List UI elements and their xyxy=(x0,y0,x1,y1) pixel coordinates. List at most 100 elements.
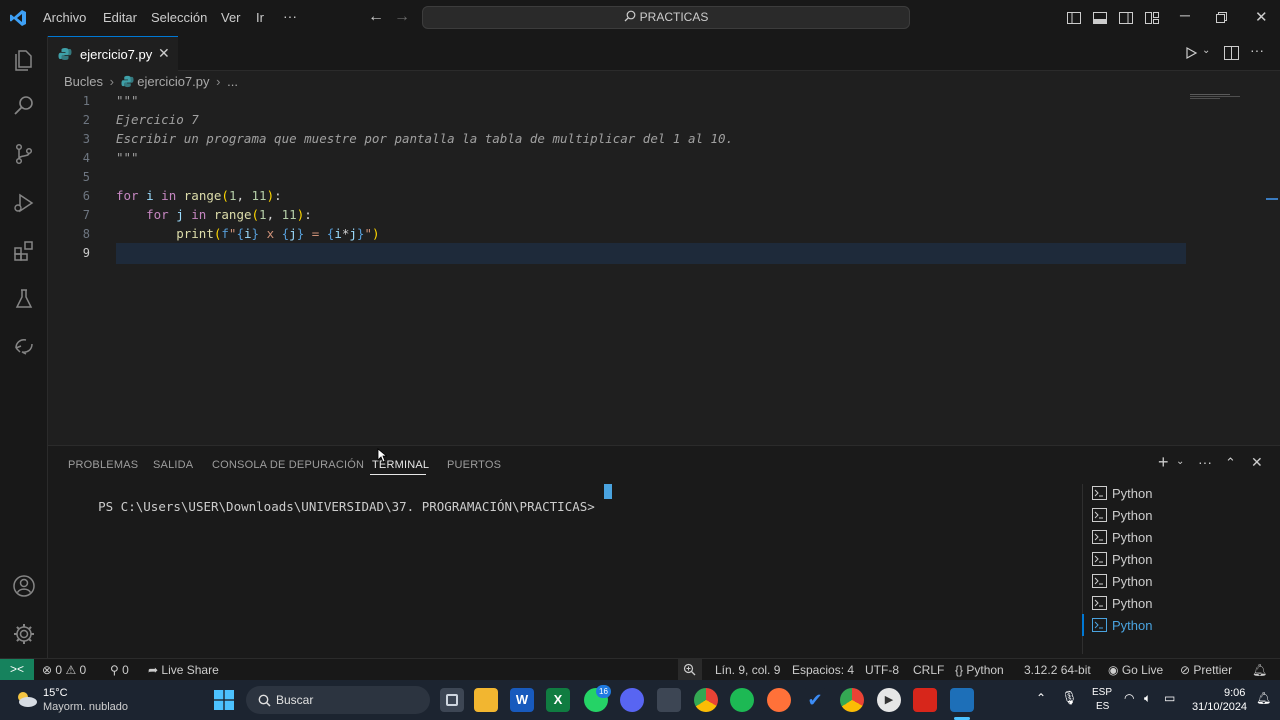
todo-icon[interactable]: ✔ xyxy=(803,688,827,712)
terminal-instance[interactable]: Python xyxy=(1092,505,1278,527)
cursor-position[interactable]: Lín. 9, col. 9 xyxy=(715,663,780,677)
toggle-primary-sidebar-icon[interactable] xyxy=(1066,10,1082,26)
accounts-icon[interactable] xyxy=(12,574,36,598)
chrome-profile-icon[interactable] xyxy=(840,688,864,712)
zoom-indicator[interactable] xyxy=(678,659,702,681)
maximize-panel-chevron-up-icon[interactable]: ⌃ xyxy=(1225,455,1236,471)
windows-start-icon[interactable] xyxy=(214,690,234,710)
menu-seleccion[interactable]: Selección xyxy=(151,10,207,25)
media-player-icon[interactable]: ▶ xyxy=(877,688,901,712)
end-of-line[interactable]: CRLF xyxy=(913,663,944,677)
tab-close-icon[interactable]: ✕ xyxy=(158,45,170,62)
terminal-instance[interactable]: Python xyxy=(1092,593,1278,615)
testing-icon[interactable] xyxy=(12,287,36,311)
weather-cloud-icon[interactable] xyxy=(14,689,38,709)
spotify-icon[interactable] xyxy=(730,688,754,712)
weather-desc: Mayorm. nublado xyxy=(43,701,128,713)
acrobat-icon[interactable] xyxy=(913,688,937,712)
indentation[interactable]: Espacios: 4 xyxy=(792,663,854,677)
input-language-1[interactable]: ESP xyxy=(1092,687,1112,698)
tab-salida[interactable]: SALIDA xyxy=(153,459,193,471)
close-window-icon[interactable]: ✕ xyxy=(1255,8,1268,26)
minimize-icon[interactable]: ─ xyxy=(1180,7,1190,23)
go-live-status[interactable]: ◉ Go Live xyxy=(1108,663,1163,677)
terminal-instance[interactable]: Python xyxy=(1092,527,1278,549)
tab-problemas[interactable]: PROBLEMAS xyxy=(68,459,138,471)
prettier-status[interactable]: ⊘ Prettier xyxy=(1180,663,1232,677)
breadcrumb-file[interactable]: ejercicio7.py xyxy=(137,74,209,89)
tray-overflow-chevron-icon[interactable]: ⌃ xyxy=(1036,691,1046,705)
battery-icon[interactable]: ▭ xyxy=(1164,691,1175,705)
manage-gear-icon[interactable] xyxy=(12,622,36,646)
tab-consola-depuracion[interactable]: CONSOLA DE DEPURACIÓN xyxy=(212,459,364,471)
terminal-instance-label: Python xyxy=(1112,596,1153,611)
remote-indicator[interactable]: >< xyxy=(0,659,34,681)
new-terminal-plus-icon[interactable]: + xyxy=(1158,452,1169,473)
terminal-instance[interactable]: Python xyxy=(1092,549,1278,571)
language-mode[interactable]: {} Python xyxy=(955,663,1004,677)
editor-more-actions-icon[interactable]: ··· xyxy=(1250,42,1264,58)
explorer-icon[interactable] xyxy=(12,48,36,72)
forward-arrow-icon[interactable]: → xyxy=(394,8,410,26)
search-view-icon[interactable] xyxy=(12,94,36,118)
command-center[interactable]: PRACTICAS xyxy=(422,6,910,29)
tab-ejercicio7[interactable]: ejercicio7.py ✕ xyxy=(48,36,178,71)
run-debug-icon[interactable] xyxy=(12,191,36,215)
menu-ir[interactable]: Ir xyxy=(256,10,264,25)
ports-status[interactable]: ⚲ 0 xyxy=(110,663,129,677)
excel-icon[interactable]: X xyxy=(546,688,570,712)
customize-layout-icon[interactable] xyxy=(1144,10,1160,26)
menu-editar[interactable]: Editar xyxy=(103,10,137,25)
terminal-instance[interactable]: Python xyxy=(1092,483,1278,505)
word-icon[interactable]: W xyxy=(510,688,534,712)
notifications-bell-icon[interactable]: 🔔︎ xyxy=(1252,663,1267,677)
minimap[interactable] xyxy=(1190,93,1246,103)
discord-icon[interactable] xyxy=(620,688,644,712)
microphone-icon[interactable]: 🎙︎ xyxy=(1061,690,1078,706)
chrome-icon[interactable] xyxy=(694,688,718,712)
live-share-status[interactable]: ➦ Live Share xyxy=(148,663,219,677)
run-file-icon[interactable] xyxy=(1184,46,1198,60)
volume-icon[interactable]: 🔈︎ xyxy=(1144,691,1151,706)
breadcrumb-folder[interactable]: Bucles xyxy=(64,74,103,89)
menu-more[interactable]: ··· xyxy=(283,8,297,24)
task-view-icon[interactable] xyxy=(440,688,464,712)
menu-archivo[interactable]: Archivo xyxy=(43,10,86,25)
problems-status[interactable]: ⊗ 0 ⚠ 0 xyxy=(42,663,86,677)
file-explorer-icon[interactable] xyxy=(474,688,498,712)
breadcrumb-more[interactable]: ... xyxy=(227,74,238,89)
terminal-icon xyxy=(1092,574,1107,588)
taskbar-search[interactable]: Buscar xyxy=(246,686,430,714)
panel-more-actions-icon[interactable]: ··· xyxy=(1198,454,1212,470)
clock-date[interactable]: 31/10/2024 xyxy=(1192,701,1247,713)
python-interpreter[interactable]: 3.12.2 64-bit xyxy=(1024,663,1091,677)
vscode-taskbar-icon[interactable] xyxy=(950,688,974,712)
toggle-panel-icon[interactable] xyxy=(1092,10,1108,26)
terminal-dropdown-chevron-icon[interactable]: ⌄ xyxy=(1176,456,1184,467)
terminal-instance[interactable]: Python xyxy=(1092,571,1278,593)
run-dropdown-chevron-icon[interactable]: ⌄ xyxy=(1202,45,1210,56)
remote-explorer-icon[interactable] xyxy=(12,334,36,358)
terminal-output[interactable]: PS C:\Users\USER\Downloads\UNIVERSIDAD\3… xyxy=(68,484,595,529)
menu-ver[interactable]: Ver xyxy=(221,10,241,25)
notifications-icon[interactable]: 🔔︎ xyxy=(1256,691,1271,705)
code-editor[interactable]: Bucles › ejercicio7.py › ... 1 2 3 4 5 6… xyxy=(48,71,1280,445)
extensions-icon[interactable] xyxy=(12,239,36,263)
snipping-tool-icon[interactable] xyxy=(657,688,681,712)
line-number-current: 9 xyxy=(82,246,90,260)
tab-puertos[interactable]: PUERTOS xyxy=(447,459,501,471)
input-language-2[interactable]: ES xyxy=(1096,701,1109,712)
clock-time[interactable]: 9:06 xyxy=(1224,687,1245,699)
toggle-secondary-sidebar-icon[interactable] xyxy=(1118,10,1134,26)
firefox-icon[interactable] xyxy=(767,688,791,712)
source-control-icon[interactable] xyxy=(12,142,36,166)
back-arrow-icon[interactable]: ← xyxy=(368,8,384,26)
terminal-instance-active[interactable]: Python xyxy=(1092,615,1278,637)
line-number: 8 xyxy=(82,227,90,241)
wifi-icon[interactable]: ◠ xyxy=(1124,691,1134,705)
close-panel-icon[interactable]: ✕ xyxy=(1251,454,1263,471)
ports-count: 0 xyxy=(122,663,129,677)
restore-icon[interactable] xyxy=(1216,12,1227,23)
split-editor-icon[interactable] xyxy=(1224,46,1239,60)
encoding[interactable]: UTF-8 xyxy=(865,663,899,677)
